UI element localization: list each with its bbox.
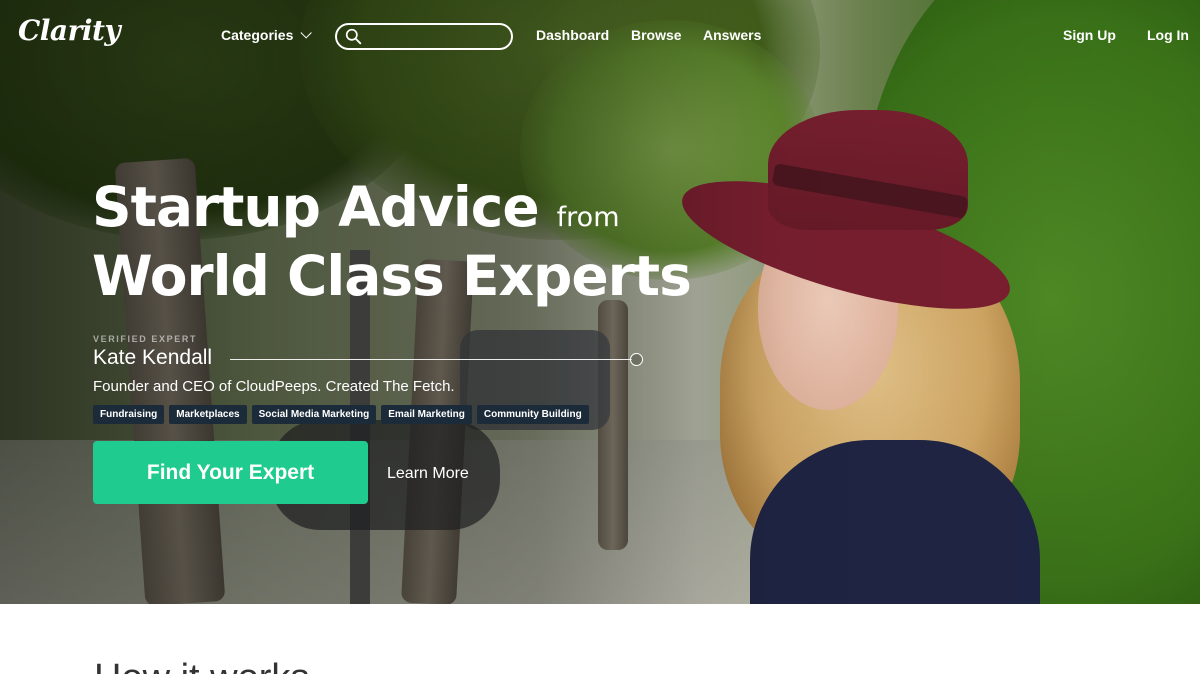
learn-more-link[interactable]: Learn More: [387, 465, 469, 483]
verified-expert-badge: VERIFIED EXPERT: [93, 334, 198, 344]
login-link[interactable]: Log In: [1147, 27, 1189, 43]
expert-name[interactable]: Kate Kendall: [93, 346, 212, 370]
hero-headline: Startup Advice from World Class Experts: [92, 175, 692, 308]
nav-link-dashboard[interactable]: Dashboard: [536, 27, 609, 43]
tag-email-marketing[interactable]: Email Marketing: [381, 405, 472, 424]
expert-pointer-dot: [630, 353, 643, 366]
headline-part2: World Class Experts: [92, 244, 692, 308]
tag-marketplaces[interactable]: Marketplaces: [169, 405, 247, 424]
expert-title: Founder and CEO of CloudPeeps. Created T…: [93, 378, 455, 395]
nav-link-answers[interactable]: Answers: [703, 27, 761, 43]
find-expert-button[interactable]: Find Your Expert: [93, 441, 368, 504]
tag-community-building[interactable]: Community Building: [476, 405, 589, 424]
categories-dropdown[interactable]: Categories: [221, 27, 313, 43]
search-box[interactable]: [335, 23, 513, 50]
headline-from: from: [556, 202, 620, 233]
search-input[interactable]: [368, 29, 508, 44]
tag-fundraising[interactable]: Fundraising: [93, 405, 165, 424]
nav-link-browse[interactable]: Browse: [631, 27, 682, 43]
signup-link[interactable]: Sign Up: [1063, 27, 1116, 43]
logo[interactable]: Clarity: [18, 14, 121, 47]
headline-part1: Startup Advice: [92, 175, 540, 239]
search-icon: [345, 28, 362, 45]
section-title: How it works: [94, 657, 309, 674]
tag-social-media-marketing[interactable]: Social Media Marketing: [251, 405, 377, 424]
categories-label: Categories: [221, 27, 294, 43]
expert-pointer-line: [230, 359, 632, 360]
expert-tags: Fundraising Marketplaces Social Media Ma…: [93, 405, 589, 424]
